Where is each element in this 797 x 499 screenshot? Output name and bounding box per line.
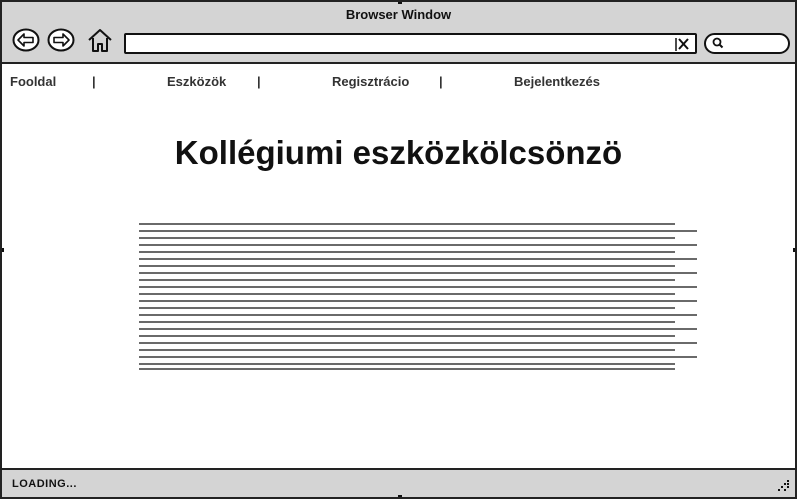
back-button[interactable] [12,28,40,52]
text-line [139,265,675,267]
text-line [139,237,675,239]
home-button[interactable] [86,28,114,52]
text-line [139,272,697,274]
text-line [139,314,697,316]
nav-menu: Fooldal | Eszközök | Regisztrácio | Beje… [2,64,795,98]
placeholder-text-block [139,223,697,373]
text-line [139,230,697,232]
resize-grip-icon[interactable] [778,479,790,491]
text-line [139,328,697,330]
text-line [139,368,675,370]
text-line [139,223,675,225]
menu-item-fooldal[interactable]: Fooldal [10,74,56,89]
title-bar: Browser Window [2,2,795,64]
selection-handle [793,248,795,252]
text-line [139,342,697,344]
url-input[interactable] [124,33,697,54]
back-arrow-icon [12,28,40,52]
clear-url-button[interactable] [675,35,691,52]
status-bar: LOADING... [2,468,795,497]
text-line [139,251,675,253]
menu-item-eszkozok[interactable]: Eszközök [167,74,226,89]
text-line [139,356,697,358]
selection-handle [398,495,402,497]
text-line [139,363,675,365]
selection-handle [398,2,402,4]
text-line [139,349,675,351]
text-line [139,300,697,302]
status-text: LOADING... [12,478,77,490]
text-line [139,258,697,260]
menu-item-regisztracio[interactable]: Regisztrácio [332,74,409,89]
menu-separator: | [92,74,96,89]
window-title: Browser Window [345,7,452,22]
menu-item-bejelentkezes[interactable]: Bejelentkezés [514,74,600,89]
home-icon [88,29,112,52]
text-line [139,335,675,337]
menu-separator: | [439,74,443,89]
text-line [139,307,675,309]
text-line [139,321,675,323]
text-line [139,293,675,295]
forward-arrow-icon [47,28,75,52]
search-input[interactable] [704,33,790,54]
menu-separator: | [257,74,261,89]
browser-window: Browser Window Fooldal | Eszközök | Regi… [0,0,797,499]
text-line [139,286,697,288]
close-icon [675,37,689,51]
selection-handle [2,248,4,252]
search-icon [712,37,724,49]
forward-button[interactable] [47,28,75,52]
page-title: Kollégiumi eszközkölcsönzö [174,134,623,171]
text-line [139,244,697,246]
text-line [139,279,675,281]
